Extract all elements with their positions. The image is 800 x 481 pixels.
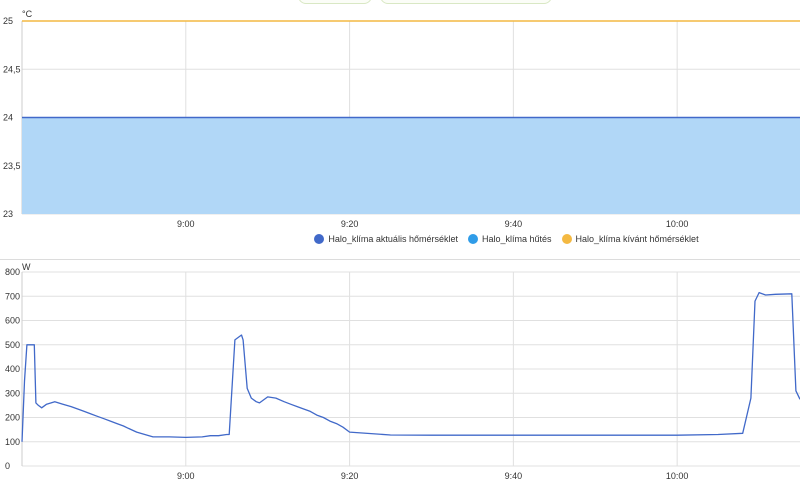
y-tick-label: 23 — [3, 209, 13, 219]
x-tick-label: 10:00 — [666, 219, 689, 229]
y-tick-label: 200 — [5, 413, 20, 423]
temperature-legend: Halo_klíma aktuális hőmérséklet Halo_klím… — [0, 234, 800, 244]
x-tick-label: 9:20 — [341, 219, 359, 229]
legend-color-dot — [467, 234, 478, 244]
power-line — [21, 291, 800, 442]
legend-item[interactable]: Halo_klíma aktuális hőmérséklet — [314, 234, 458, 244]
x-tick-label: 9:00 — [177, 471, 195, 481]
y-tick-label: 100 — [5, 437, 20, 447]
y-tick-label: 25 — [3, 16, 13, 26]
y-tick-label: 500 — [5, 340, 20, 350]
x-tick-label: 9:00 — [177, 219, 195, 229]
actual-temperature-area — [22, 117, 800, 214]
y-tick-label: 0 — [5, 461, 10, 471]
y-tick-label: 400 — [5, 364, 20, 374]
legend-label: Halo_klíma aktuális hőmérséklet — [328, 234, 458, 244]
y-tick-label: 800 — [5, 267, 20, 277]
y-tick-label: 700 — [5, 291, 20, 301]
x-tick-label: 9:20 — [341, 471, 359, 481]
y-tick-label: 600 — [5, 316, 20, 326]
legend-item[interactable]: Halo_klíma kívánt hőmérséklet — [561, 234, 699, 244]
legend-color-dot — [314, 234, 325, 244]
y-axis-unit: °C — [22, 9, 33, 19]
legend-label: Halo_klíma kívánt hőmérséklet — [575, 234, 699, 244]
y-tick-label: 24,5 — [3, 64, 21, 74]
y-tick-label: 300 — [5, 388, 20, 398]
x-tick-label: 9:40 — [505, 471, 523, 481]
x-tick-label: 9:40 — [505, 219, 523, 229]
y-tick-label: 23,5 — [3, 161, 21, 171]
legend-color-dot — [561, 234, 572, 244]
y-axis-unit: W — [22, 262, 31, 272]
x-tick-label: 10:00 — [666, 471, 689, 481]
temperature-chart: 23 23,5 24 24,5 25 9:00 9:20 9:40 10:00 °C — [3, 9, 800, 229]
legend-item[interactable]: Halo_klíma hűtés — [467, 234, 552, 244]
y-tick-label: 24 — [3, 113, 13, 123]
legend-label: Halo_klíma hűtés — [481, 234, 552, 244]
power-chart: 0 100 200 300 400 500 600 700 800 9:00 9:20 9:40 10:… — [5, 262, 800, 481]
